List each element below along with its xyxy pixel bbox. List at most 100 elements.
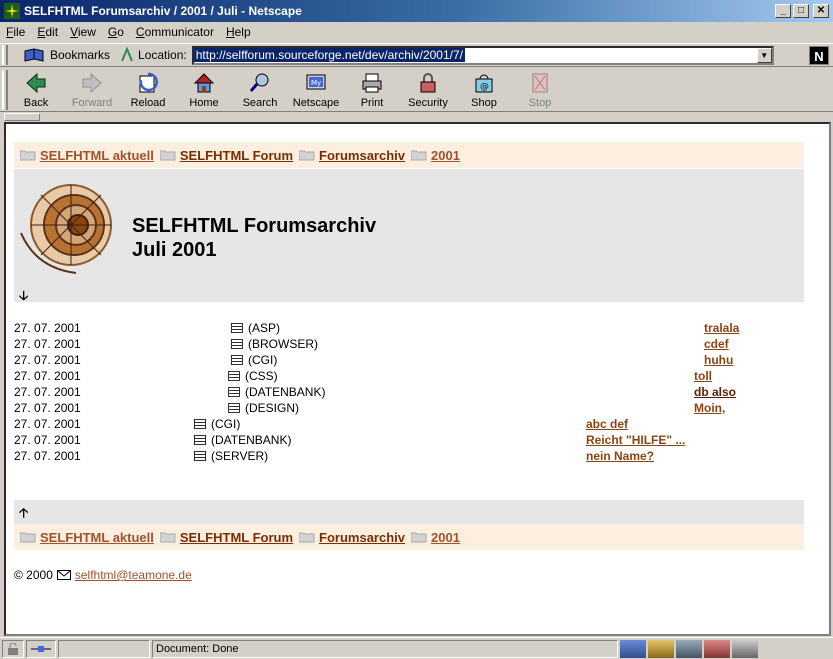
thread-topic-label: (ASP)	[248, 321, 281, 335]
thread-author-link[interactable]: db also	[694, 384, 736, 400]
menu-file[interactable]: File	[6, 25, 25, 39]
connection-status-icon	[26, 639, 56, 658]
stop-button[interactable]: Stop	[512, 71, 568, 109]
back-arrow-icon	[26, 72, 46, 94]
thread-date: 27. 07. 2001	[14, 385, 81, 399]
breadcrumb-link-forum[interactable]: SELFHTML Forum	[180, 148, 293, 163]
mail-component-icon[interactable]	[648, 639, 674, 658]
thread-author-link[interactable]: cdef	[704, 336, 729, 352]
page-content: SELFHTML aktuell SELFHTML Forum Forumsar…	[4, 122, 831, 636]
thread-topic: (DESIGN)	[228, 400, 299, 416]
netscape-icon: My	[306, 74, 326, 90]
down-arrow-icon[interactable]: 🡣	[19, 287, 28, 309]
folder-icon	[159, 150, 176, 161]
url-dropdown-icon[interactable]: ▼	[756, 47, 772, 63]
navigation-toolbar: Back Forward Reload Home Search My Netsc…	[0, 68, 833, 112]
breadcrumb-item: SELFHTML aktuell	[20, 148, 154, 163]
security-button[interactable]: Security	[400, 71, 456, 109]
location-icon	[121, 47, 133, 62]
thread-author-link[interactable]: abc def	[586, 416, 628, 432]
page-title: SELFHTML Forumsarchiv Juli 2001	[132, 214, 376, 262]
email-link[interactable]: selfhtml@teamone.de	[75, 568, 192, 582]
thread-author-link[interactable]: nein Name?	[586, 448, 654, 464]
netscape-button[interactable]: My Netscape	[288, 71, 344, 109]
breadcrumb-link-2001[interactable]: 2001	[431, 148, 460, 163]
up-arrow-icon[interactable]: 🡡	[19, 504, 28, 526]
location-label: Location:	[138, 48, 187, 62]
menu-view[interactable]: View	[70, 25, 96, 39]
thread-date: 27. 07. 2001	[14, 369, 81, 383]
thread-date: 27. 07. 2001	[14, 337, 81, 351]
back-button[interactable]: Back	[8, 71, 64, 109]
page-title-line2: Juli 2001	[132, 239, 217, 261]
thread-date: 27. 07. 2001	[14, 401, 81, 415]
bookmarks-icon	[24, 48, 44, 62]
document-icon	[194, 451, 206, 461]
menu-go[interactable]: Go	[108, 25, 124, 39]
navigator-icon[interactable]	[620, 639, 646, 658]
print-button[interactable]: Print	[344, 71, 400, 109]
thread-author-link[interactable]: Reicht "HILFE" ...	[586, 432, 685, 448]
url-input[interactable]: http://selfforum.sourceforge.net/dev/arc…	[191, 45, 774, 65]
breadcrumb-item: 2001	[411, 148, 460, 163]
footer-nav-bar: 🡡	[14, 500, 804, 524]
composer-icon[interactable]	[732, 639, 758, 658]
shop-button[interactable]: @ Shop	[456, 71, 512, 109]
menu-communicator[interactable]: Communicator	[136, 25, 214, 39]
document-icon	[194, 435, 206, 445]
search-button[interactable]: Search	[232, 71, 288, 109]
print-icon	[362, 73, 382, 93]
breadcrumb-link-forumsarchiv[interactable]: Forumsarchiv	[319, 530, 405, 545]
folder-icon	[411, 532, 427, 543]
breadcrumb-item: 2001	[411, 530, 460, 545]
toolbar-grip[interactable]	[2, 45, 8, 65]
reload-icon	[139, 72, 158, 93]
thread-topic: (SERVER)	[194, 448, 268, 464]
close-button[interactable]: ✕	[813, 4, 829, 18]
thread-topic: (CSS)	[228, 368, 278, 384]
reload-button[interactable]: Reload	[120, 71, 176, 109]
progress-indicator	[58, 639, 150, 658]
thread-author-link[interactable]: toll	[694, 368, 712, 384]
breadcrumb-link-aktuell[interactable]: SELFHTML aktuell	[40, 148, 154, 163]
thread-date: 27. 07. 2001	[14, 417, 81, 431]
thread-topic: (CGI)	[231, 352, 277, 368]
newsgroups-icon[interactable]	[676, 639, 702, 658]
thread-author-link[interactable]: tralala	[704, 320, 739, 336]
thread-topic-label: (BROWSER)	[248, 337, 318, 351]
breadcrumb-link-aktuell[interactable]: SELFHTML aktuell	[40, 530, 154, 545]
svg-text:@: @	[480, 82, 489, 92]
address-book-icon[interactable]	[704, 639, 730, 658]
thread-topic-label: (SERVER)	[211, 449, 269, 463]
search-icon	[249, 73, 269, 92]
thread-topic: (DATENBANK)	[228, 384, 325, 400]
svg-text:My: My	[311, 79, 321, 87]
thread-date: 27. 07. 2001	[14, 449, 81, 463]
maximize-button[interactable]: □	[793, 4, 809, 18]
collapsed-toolbar-tab[interactable]	[4, 113, 40, 121]
breadcrumb-link-2001[interactable]: 2001	[431, 530, 460, 545]
home-label: Home	[189, 97, 219, 109]
home-button[interactable]: Home	[176, 71, 232, 109]
component-bar	[620, 639, 760, 658]
thread-author-link[interactable]: huhu	[704, 352, 733, 368]
breadcrumb-link-forum[interactable]: SELFHTML Forum	[180, 530, 293, 545]
folder-icon	[20, 532, 36, 543]
security-status-icon[interactable]	[2, 639, 24, 658]
location-toolbar: Bookmarks Location: http://selfforum.sou…	[0, 43, 833, 67]
breadcrumb-link-forumsarchiv[interactable]: Forumsarchiv	[319, 148, 405, 163]
forward-button[interactable]: Forward	[64, 71, 120, 109]
security-label: Security	[408, 97, 448, 109]
netscape-logo[interactable]: N	[809, 46, 829, 65]
thread-author-link[interactable]: Moin,	[694, 400, 725, 416]
window-title: SELFHTML Forumsarchiv / 2001 / Juli - Ne…	[24, 4, 302, 18]
netscape-label: Netscape	[292, 97, 340, 109]
copyright-text: © 2000	[14, 568, 53, 582]
breadcrumb-item: SELFHTML aktuell	[20, 530, 154, 545]
menu-help[interactable]: Help	[226, 25, 251, 39]
status-bar: Document: Done	[0, 637, 833, 659]
menu-edit[interactable]: Edit	[37, 25, 58, 39]
bookmarks-button[interactable]: Bookmarks	[24, 47, 110, 63]
folder-icon	[411, 150, 427, 161]
minimize-button[interactable]: _	[775, 4, 791, 18]
